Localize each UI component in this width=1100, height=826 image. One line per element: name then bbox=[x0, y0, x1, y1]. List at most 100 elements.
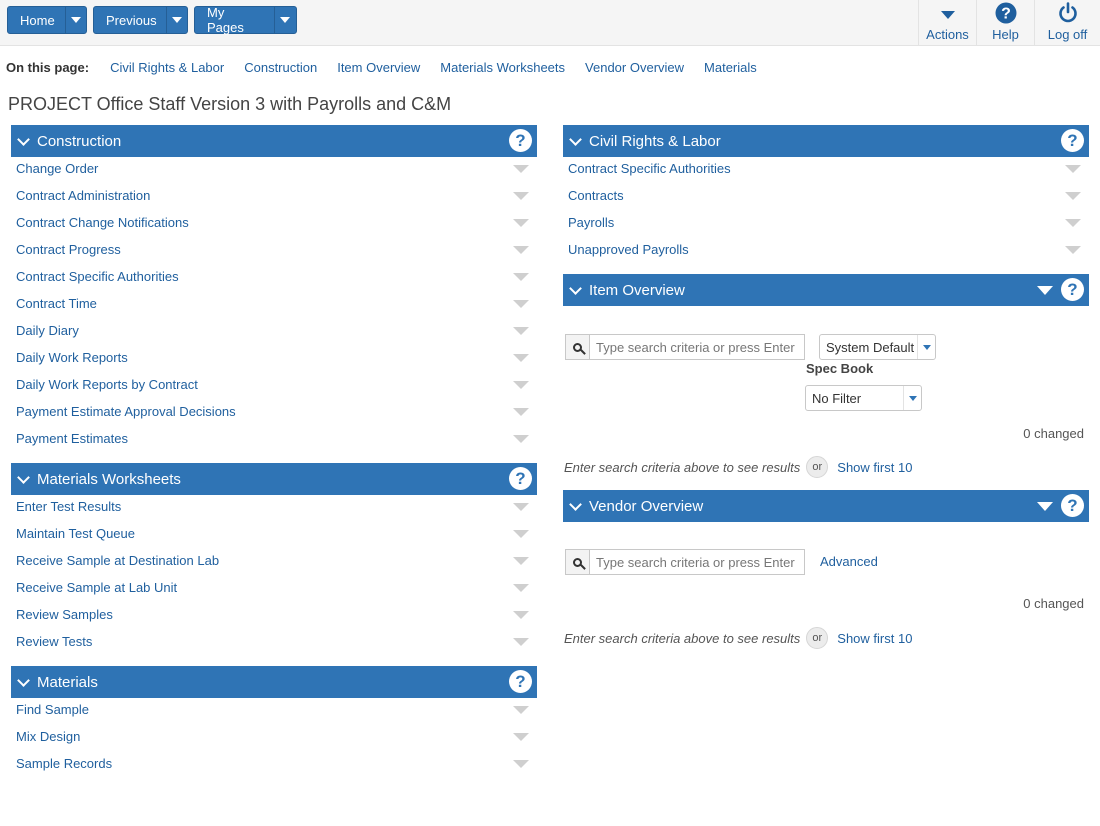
item-overview-panel-header[interactable]: Item Overview ? bbox=[563, 274, 1089, 306]
item-menu-caret-icon[interactable] bbox=[513, 245, 529, 254]
panel-menu-caret-icon[interactable] bbox=[1037, 502, 1053, 511]
panel-menu-caret-icon[interactable] bbox=[1037, 286, 1053, 295]
item-menu-caret-icon[interactable] bbox=[513, 583, 529, 592]
anchor-link-item-overview[interactable]: Item Overview bbox=[337, 60, 420, 75]
item-menu-caret-icon[interactable] bbox=[1065, 245, 1081, 254]
list-item-link[interactable]: Payrolls bbox=[568, 215, 614, 230]
my-pages-dropdown-caret-icon[interactable] bbox=[275, 7, 296, 33]
previous-button-label[interactable]: Previous bbox=[94, 7, 167, 33]
list-item-link[interactable]: Daily Work Reports by Contract bbox=[16, 377, 198, 392]
item-filter-select[interactable]: System Default bbox=[819, 334, 936, 360]
anchor-link-construction[interactable]: Construction bbox=[244, 60, 317, 75]
power-icon bbox=[1057, 2, 1079, 24]
materials-worksheets-panel-header[interactable]: Materials Worksheets ? bbox=[11, 463, 537, 495]
previous-button[interactable]: Previous bbox=[93, 6, 188, 34]
list-item-link[interactable]: Maintain Test Queue bbox=[16, 526, 135, 541]
anchor-link-civil-rights[interactable]: Civil Rights & Labor bbox=[110, 60, 224, 75]
previous-dropdown-caret-icon[interactable] bbox=[167, 7, 187, 33]
list-item: Maintain Test Queue bbox=[11, 520, 537, 547]
list-item-link[interactable]: Find Sample bbox=[16, 702, 89, 717]
materials-panel-header[interactable]: Materials ? bbox=[11, 666, 537, 698]
list-item-link[interactable]: Contract Administration bbox=[16, 188, 150, 203]
item-menu-caret-icon[interactable] bbox=[513, 502, 529, 511]
chevron-down-icon[interactable] bbox=[17, 132, 30, 146]
chevron-down-icon[interactable] bbox=[17, 673, 30, 687]
help-icon[interactable]: ? bbox=[1061, 494, 1084, 517]
item-menu-caret-icon[interactable] bbox=[513, 556, 529, 565]
list-item-link[interactable]: Contract Specific Authorities bbox=[568, 161, 731, 176]
item-menu-caret-icon[interactable] bbox=[513, 164, 529, 173]
spec-book-select[interactable]: No Filter bbox=[805, 385, 922, 411]
vendor-search-input[interactable] bbox=[590, 550, 804, 574]
anchor-link-materials[interactable]: Materials bbox=[704, 60, 757, 75]
list-item-link[interactable]: Receive Sample at Destination Lab bbox=[16, 553, 219, 568]
item-menu-caret-icon[interactable] bbox=[513, 434, 529, 443]
help-icon[interactable]: ? bbox=[1061, 129, 1084, 152]
actions-button[interactable]: Actions bbox=[918, 0, 976, 46]
item-menu-caret-icon[interactable] bbox=[513, 732, 529, 741]
item-menu-caret-icon[interactable] bbox=[1065, 164, 1081, 173]
item-menu-caret-icon[interactable] bbox=[513, 218, 529, 227]
home-dropdown-caret-icon[interactable] bbox=[66, 7, 86, 33]
list-item-link[interactable]: Review Tests bbox=[16, 634, 92, 649]
item-menu-caret-icon[interactable] bbox=[1065, 218, 1081, 227]
search-icon[interactable] bbox=[566, 550, 590, 574]
civil-rights-panel-header[interactable]: Civil Rights & Labor ? bbox=[563, 125, 1089, 157]
item-menu-caret-icon[interactable] bbox=[513, 705, 529, 714]
help-button[interactable]: ? Help bbox=[976, 0, 1034, 46]
help-icon[interactable]: ? bbox=[509, 467, 532, 490]
list-item-link[interactable]: Change Order bbox=[16, 161, 98, 176]
item-menu-caret-icon[interactable] bbox=[513, 326, 529, 335]
list-item-link[interactable]: Mix Design bbox=[16, 729, 80, 744]
anchor-link-vendor-overview[interactable]: Vendor Overview bbox=[585, 60, 684, 75]
list-item-link[interactable]: Payment Estimates bbox=[16, 431, 128, 446]
item-menu-caret-icon[interactable] bbox=[1065, 191, 1081, 200]
home-button-label[interactable]: Home bbox=[8, 7, 66, 33]
item-menu-caret-icon[interactable] bbox=[513, 637, 529, 646]
list-item-link[interactable]: Review Samples bbox=[16, 607, 113, 622]
item-menu-caret-icon[interactable] bbox=[513, 191, 529, 200]
list-item-link[interactable]: Daily Diary bbox=[16, 323, 79, 338]
chevron-down-icon[interactable] bbox=[569, 497, 582, 511]
chevron-down-icon[interactable] bbox=[569, 132, 582, 146]
list-item-link[interactable]: Contract Progress bbox=[16, 242, 121, 257]
home-button[interactable]: Home bbox=[7, 6, 87, 34]
list-item-link[interactable]: Unapproved Payrolls bbox=[568, 242, 689, 257]
chevron-down-icon[interactable] bbox=[17, 470, 30, 484]
item-menu-caret-icon[interactable] bbox=[513, 353, 529, 362]
item-menu-caret-icon[interactable] bbox=[513, 299, 529, 308]
log-off-button[interactable]: Log off bbox=[1034, 0, 1100, 46]
search-icon[interactable] bbox=[566, 335, 590, 359]
list-item-link[interactable]: Enter Test Results bbox=[16, 499, 121, 514]
item-menu-caret-icon[interactable] bbox=[513, 380, 529, 389]
item-menu-caret-icon[interactable] bbox=[513, 529, 529, 538]
construction-panel-header[interactable]: Construction ? bbox=[11, 125, 537, 157]
item-menu-caret-icon[interactable] bbox=[513, 610, 529, 619]
item-show-first-link[interactable]: Show first 10 bbox=[837, 460, 912, 475]
list-item-link[interactable]: Contracts bbox=[568, 188, 624, 203]
item-menu-caret-icon[interactable] bbox=[513, 407, 529, 416]
list-item-link[interactable]: Daily Work Reports bbox=[16, 350, 128, 365]
vendor-overview-panel-header[interactable]: Vendor Overview ? bbox=[563, 490, 1089, 522]
list-item-link[interactable]: Payment Estimate Approval Decisions bbox=[16, 404, 236, 419]
page-title: PROJECT Office Staff Version 3 with Payr… bbox=[8, 94, 452, 114]
help-icon[interactable]: ? bbox=[509, 129, 532, 152]
my-pages-button-label[interactable]: My Pages bbox=[195, 5, 275, 35]
chevron-down-icon[interactable] bbox=[903, 386, 921, 410]
item-search-input[interactable] bbox=[590, 335, 804, 359]
list-item-link[interactable]: Contract Time bbox=[16, 296, 97, 311]
list-item-link[interactable]: Contract Specific Authorities bbox=[16, 269, 179, 284]
list-item-link[interactable]: Sample Records bbox=[16, 756, 112, 771]
vendor-advanced-link[interactable]: Advanced bbox=[820, 554, 878, 569]
chevron-down-icon[interactable] bbox=[917, 335, 935, 359]
list-item-link[interactable]: Receive Sample at Lab Unit bbox=[16, 580, 177, 595]
item-menu-caret-icon[interactable] bbox=[513, 759, 529, 768]
vendor-show-first-link[interactable]: Show first 10 bbox=[837, 631, 912, 646]
my-pages-button[interactable]: My Pages bbox=[194, 5, 297, 35]
chevron-down-icon[interactable] bbox=[569, 281, 582, 295]
anchor-link-materials-worksheets[interactable]: Materials Worksheets bbox=[440, 60, 565, 75]
list-item-link[interactable]: Contract Change Notifications bbox=[16, 215, 189, 230]
help-icon[interactable]: ? bbox=[509, 670, 532, 693]
item-menu-caret-icon[interactable] bbox=[513, 272, 529, 281]
help-icon[interactable]: ? bbox=[1061, 278, 1084, 301]
